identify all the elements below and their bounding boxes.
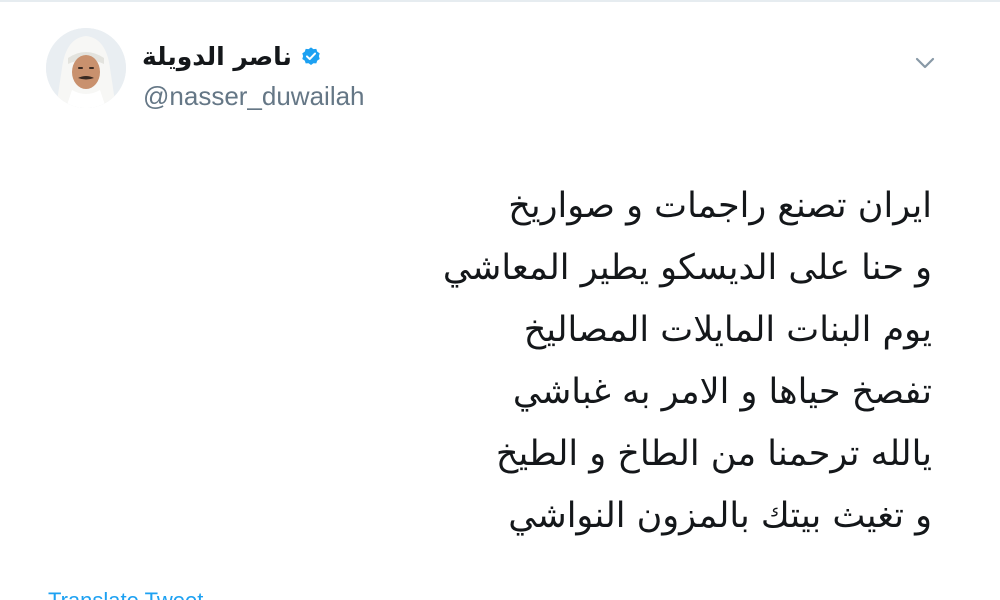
tweet-text-line: و تغيث بيتك بالمزون النواشي <box>508 496 932 536</box>
verified-badge-icon <box>302 47 320 65</box>
avatar-image <box>46 28 126 108</box>
author-name-row[interactable]: ناصر الدويلة <box>142 40 322 74</box>
tweet-text-line: يالله ترحمنا من الطاخ و الطيخ <box>495 434 932 474</box>
tweet-text: ايران تصنع راجمات و صواريخ و حنا على الد… <box>292 175 932 547</box>
tweet-text-line: يوم البنات المايلات المصاليخ <box>523 310 932 350</box>
avatar[interactable] <box>46 28 126 108</box>
translate-tweet-link[interactable]: Translate Tweet <box>48 588 203 600</box>
tweet-card: ناصر الدويلة @nasser_duwailah ايران تصنع… <box>0 0 1000 600</box>
author-display-name[interactable]: ناصر الدويلة <box>142 40 292 74</box>
author-handle[interactable]: @nasser_duwailah <box>143 80 365 112</box>
tweet-text-line: تفصخ حياها و الامر به غباشي <box>512 372 932 412</box>
tweet-text-line: و حنا على الديسكو يطير المعاشي <box>442 248 932 288</box>
chevron-down-icon[interactable] <box>912 52 938 74</box>
tweet-text-line: ايران تصنع راجمات و صواريخ <box>508 186 932 226</box>
